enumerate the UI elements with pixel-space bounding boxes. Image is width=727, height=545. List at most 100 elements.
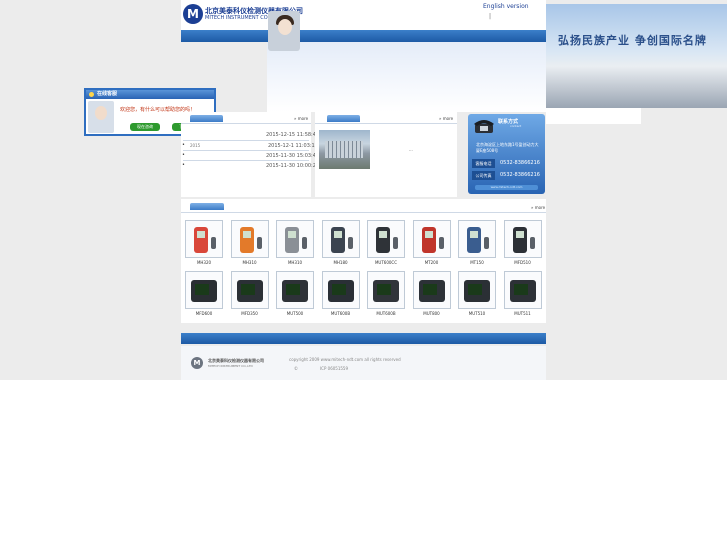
contact-website[interactable]: www.mitech-ndt.com bbox=[475, 185, 538, 190]
product-item[interactable]: MUT600B bbox=[321, 271, 360, 323]
product-item[interactable]: MUT800 bbox=[412, 271, 451, 323]
product-item[interactable]: MUT511 bbox=[503, 271, 542, 323]
instrument-screen bbox=[240, 284, 255, 295]
product-name[interactable]: MT200 bbox=[413, 260, 451, 265]
product-image[interactable] bbox=[412, 220, 451, 258]
news-row-divider bbox=[183, 160, 309, 161]
product-item[interactable]: MUT500 bbox=[276, 271, 314, 323]
english-version-link[interactable]: English version bbox=[483, 3, 529, 10]
product-image[interactable] bbox=[321, 271, 360, 309]
product-name[interactable]: MFD600 bbox=[185, 311, 223, 316]
service-status-icon bbox=[89, 92, 94, 97]
news-tab[interactable] bbox=[190, 115, 223, 122]
products-tab[interactable] bbox=[190, 203, 224, 210]
footer-logo-icon: M bbox=[191, 357, 203, 369]
product-name[interactable]: MFD510 bbox=[504, 260, 542, 265]
instrument-icon bbox=[464, 280, 490, 302]
product-item[interactable]: MH320 bbox=[185, 220, 223, 272]
contact-subtitle: contact bbox=[510, 124, 522, 128]
product-item[interactable]: MT200 bbox=[412, 220, 451, 272]
company-more-link[interactable]: » more bbox=[439, 116, 453, 121]
consult-now-button[interactable]: 现在咨询 bbox=[130, 123, 160, 131]
footer-icp[interactable]: ICP 06051559 bbox=[320, 366, 348, 371]
copyright-icon: © bbox=[294, 366, 298, 371]
products-divider bbox=[181, 212, 546, 213]
instrument-icon bbox=[236, 280, 263, 302]
product-image[interactable] bbox=[503, 271, 542, 309]
probe-icon bbox=[347, 237, 353, 249]
product-name[interactable]: MUT600B bbox=[322, 311, 360, 316]
product-name[interactable]: MUT510 bbox=[458, 311, 496, 316]
product-item[interactable]: MFD600 bbox=[185, 271, 223, 323]
company-building-photo[interactable] bbox=[319, 130, 370, 169]
instrument-screen bbox=[515, 231, 524, 238]
product-name[interactable]: MUT511 bbox=[504, 311, 542, 316]
news-bullet-icon: • bbox=[182, 142, 185, 148]
product-name[interactable]: MUT600B bbox=[367, 311, 405, 316]
product-name[interactable]: MUT800 bbox=[413, 311, 451, 316]
product-item[interactable]: MH180 bbox=[321, 220, 360, 272]
product-item[interactable]: MUT510 bbox=[458, 271, 496, 323]
product-name[interactable]: MH180 bbox=[322, 260, 360, 265]
product-image[interactable] bbox=[185, 271, 223, 309]
banner-image bbox=[546, 4, 727, 108]
product-image[interactable] bbox=[458, 271, 496, 309]
product-name[interactable]: MH310 bbox=[231, 260, 269, 265]
product-name[interactable]: MH310 bbox=[276, 260, 314, 265]
news-year[interactable]: 2015 bbox=[190, 143, 200, 148]
instrument-screen bbox=[288, 231, 296, 238]
product-image[interactable] bbox=[276, 271, 314, 309]
product-item[interactable]: MT150 bbox=[458, 220, 496, 272]
contact-row: 公司传真 0532-83866216 bbox=[472, 171, 540, 180]
instrument-icon bbox=[330, 227, 345, 253]
product-image[interactable] bbox=[230, 220, 269, 258]
product-name[interactable]: MH320 bbox=[185, 260, 223, 265]
service-header: 在线客服 bbox=[86, 90, 214, 99]
product-item[interactable]: MH310 bbox=[276, 220, 314, 272]
probe-icon bbox=[211, 237, 216, 249]
instrument-screen bbox=[377, 284, 391, 295]
product-image[interactable] bbox=[412, 271, 451, 309]
product-item[interactable]: MFD510 bbox=[503, 220, 542, 272]
news-more-link[interactable]: » more bbox=[294, 116, 308, 121]
product-image[interactable] bbox=[367, 271, 405, 309]
instrument-screen bbox=[470, 231, 478, 238]
product-name[interactable]: MUT500 bbox=[276, 311, 314, 316]
instrument-screen bbox=[242, 231, 251, 238]
product-image[interactable] bbox=[321, 220, 360, 258]
product-name[interactable]: MFD350 bbox=[231, 311, 269, 316]
company-logo-icon[interactable]: M bbox=[183, 4, 203, 24]
products-more-link[interactable]: » more bbox=[531, 205, 545, 210]
news-date: 2015-12-15 11:58:42 bbox=[266, 132, 320, 138]
instrument-icon bbox=[282, 280, 308, 302]
product-image[interactable] bbox=[276, 220, 314, 258]
product-item[interactable]: MUT600B bbox=[367, 271, 405, 323]
contact-panel: 联系方式 contact 北京海淀区上地东路1号盈创动力大厦E座508号 客服电… bbox=[468, 114, 545, 194]
banner-left bbox=[267, 42, 546, 112]
news-bullet-icon: • bbox=[182, 152, 185, 158]
footer-nav-bar[interactable] bbox=[181, 333, 546, 344]
service-girl-icon[interactable] bbox=[268, 11, 300, 51]
product-image[interactable] bbox=[367, 220, 405, 258]
product-name[interactable]: MUT600CC bbox=[367, 260, 405, 265]
product-image[interactable] bbox=[503, 220, 542, 258]
news-date: 2015-11-30 15:03:41 bbox=[266, 153, 320, 159]
main-nav-bar[interactable] bbox=[181, 30, 546, 42]
product-item[interactable]: MFD350 bbox=[230, 271, 269, 323]
company-tab[interactable] bbox=[327, 115, 360, 122]
instrument-screen bbox=[195, 284, 209, 295]
banner-slogan: 弘扬民族产业 争创国际名牌 bbox=[558, 34, 707, 47]
product-name[interactable]: MT150 bbox=[458, 260, 496, 265]
product-image[interactable] bbox=[230, 271, 269, 309]
contact-address: 北京海淀区上地东路1号盈创动力大厦E座508号 bbox=[476, 142, 539, 153]
telephone-icon bbox=[474, 120, 494, 133]
news-bullet-icon: • bbox=[182, 162, 185, 168]
product-image[interactable] bbox=[185, 220, 223, 258]
product-image[interactable] bbox=[458, 220, 496, 258]
product-item[interactable]: MUT600CC bbox=[367, 220, 405, 272]
instrument-screen bbox=[333, 231, 342, 238]
instrument-screen bbox=[379, 231, 387, 238]
product-item[interactable]: MH310 bbox=[230, 220, 269, 272]
probe-icon bbox=[484, 237, 489, 249]
instrument-screen bbox=[197, 231, 205, 238]
